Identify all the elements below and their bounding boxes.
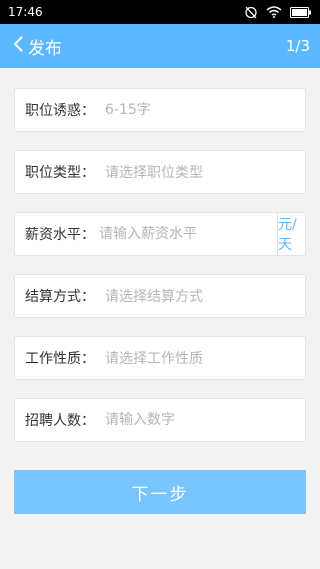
battery-icon bbox=[290, 6, 312, 18]
settlement-select[interactable]: 请选择结算方式 bbox=[101, 275, 305, 317]
field-job-nature: 工作性质： 请选择工作性质 bbox=[14, 336, 306, 380]
field-label: 职位诱惑： bbox=[25, 103, 95, 119]
job-nature-select[interactable]: 请选择工作性质 bbox=[101, 337, 305, 379]
salary-input[interactable] bbox=[95, 213, 277, 255]
app-header: 发布 1/3 bbox=[0, 24, 320, 68]
field-headcount: 招聘人数： bbox=[14, 398, 306, 442]
field-job-attraction: 职位诱惑： bbox=[14, 88, 306, 132]
chevron-left-icon bbox=[12, 35, 24, 57]
page-title: 发布 bbox=[28, 38, 62, 59]
headcount-input[interactable] bbox=[101, 399, 305, 441]
job-attraction-input[interactable] bbox=[101, 89, 305, 131]
field-settlement: 结算方式： 请选择结算方式 bbox=[14, 274, 306, 318]
job-type-select[interactable]: 请选择职位类型 bbox=[101, 151, 305, 193]
field-label: 薪资水平： bbox=[25, 227, 95, 243]
next-step-button[interactable]: 下一步 bbox=[14, 470, 306, 514]
wifi-icon bbox=[266, 6, 282, 18]
salary-unit-select[interactable]: 元/天 bbox=[277, 213, 305, 255]
status-bar: 17:46 bbox=[0, 0, 320, 24]
field-job-type: 职位类型： 请选择职位类型 bbox=[14, 150, 306, 194]
page-indicator: 1/3 bbox=[285, 37, 310, 55]
alarm-off-icon bbox=[244, 5, 258, 19]
field-label: 招聘人数： bbox=[25, 413, 95, 429]
status-icons bbox=[244, 5, 312, 19]
status-time: 17:46 bbox=[8, 5, 43, 19]
field-label: 职位类型： bbox=[25, 165, 95, 181]
field-salary: 薪资水平： 元/天 bbox=[14, 212, 306, 256]
back-button[interactable]: 发布 bbox=[12, 34, 62, 59]
field-label: 工作性质： bbox=[25, 351, 95, 367]
field-label: 结算方式： bbox=[25, 289, 95, 305]
